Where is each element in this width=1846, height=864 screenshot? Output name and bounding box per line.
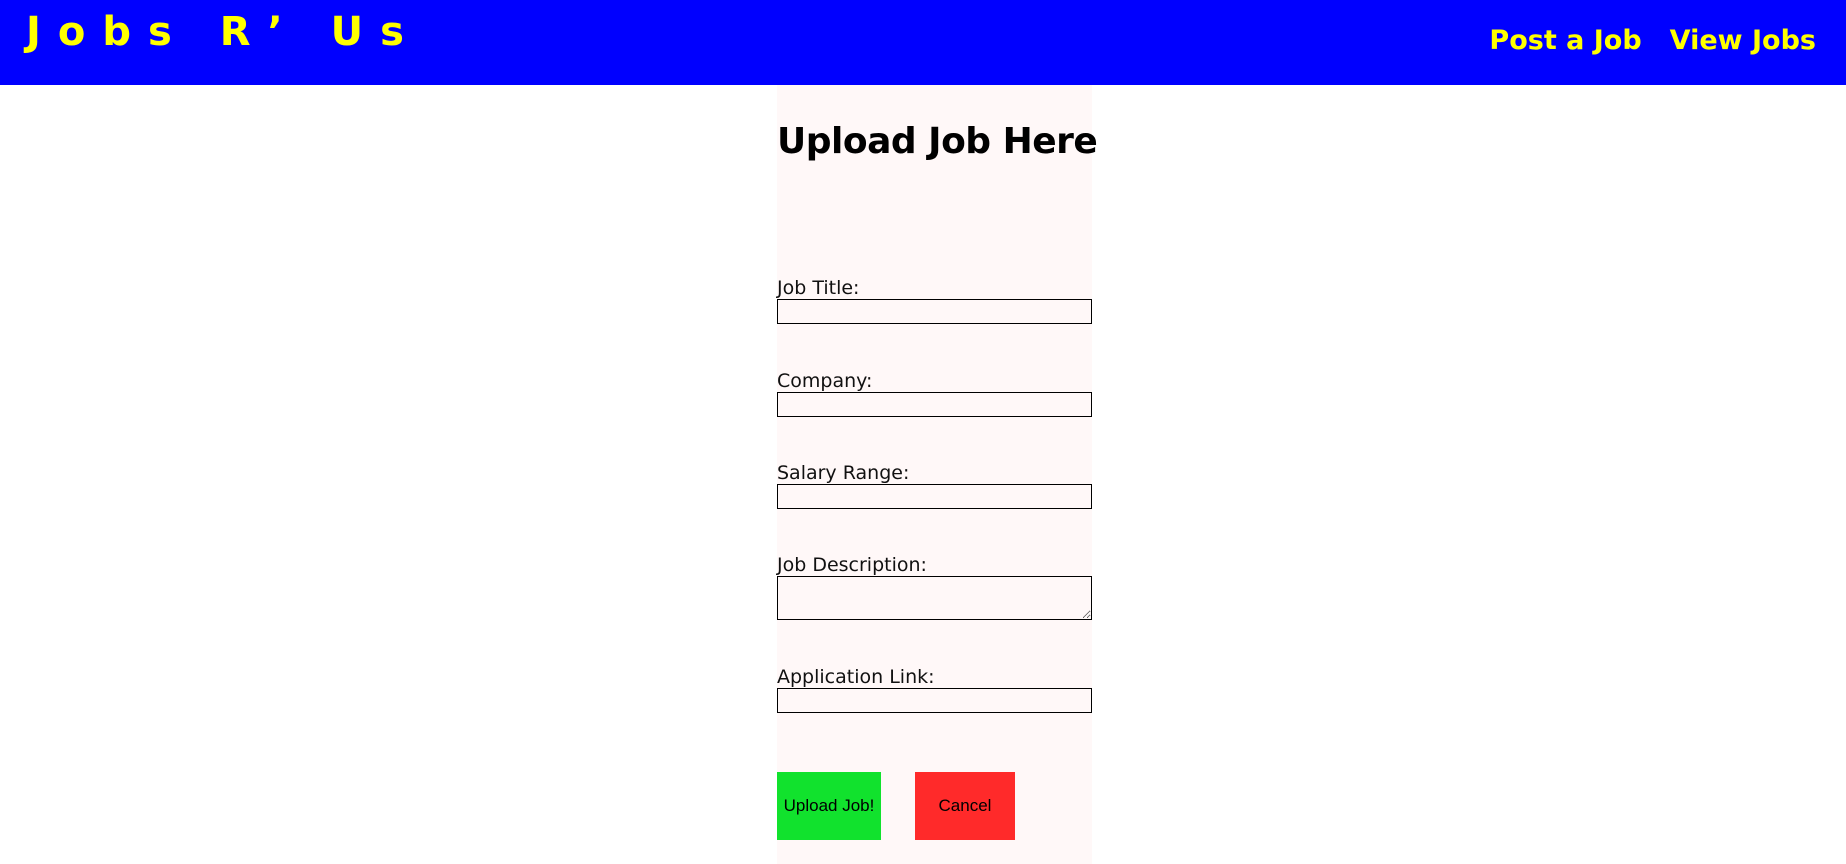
salary-range-input[interactable] xyxy=(777,484,1092,509)
job-title-input[interactable] xyxy=(777,299,1092,324)
salary-range-label: Salary Range: xyxy=(777,462,910,484)
job-description-field-group: Job Description: xyxy=(777,554,1092,620)
salary-range-field-group: Salary Range: xyxy=(777,462,1092,509)
application-link-field-group: Application Link: xyxy=(777,666,1092,713)
top-navigation-bar: Jobs R’ Us Post a Job View Jobs xyxy=(0,0,1846,85)
upload-job-form: Upload Job Here Job Title: Company: Sala… xyxy=(777,85,1098,864)
company-label: Company: xyxy=(777,370,873,392)
application-link-label: Application Link: xyxy=(777,666,935,688)
nav-post-a-job[interactable]: Post a Job xyxy=(1489,23,1641,59)
company-field-group: Company: xyxy=(777,370,1092,417)
upload-job-button[interactable]: Upload Job! xyxy=(777,772,881,840)
site-logo[interactable]: Jobs R’ Us xyxy=(26,8,421,56)
nav-view-jobs[interactable]: View Jobs xyxy=(1670,23,1816,59)
page-title: Upload Job Here xyxy=(777,121,1098,162)
company-input[interactable] xyxy=(777,392,1092,417)
cancel-button[interactable]: Cancel xyxy=(915,772,1015,840)
job-description-label: Job Description: xyxy=(777,554,927,576)
main-nav: Post a Job View Jobs xyxy=(1489,23,1816,59)
job-title-field-group: Job Title: xyxy=(777,277,1092,324)
job-description-textarea[interactable] xyxy=(777,576,1092,620)
application-link-input[interactable] xyxy=(777,688,1092,713)
job-title-label: Job Title: xyxy=(777,277,860,299)
